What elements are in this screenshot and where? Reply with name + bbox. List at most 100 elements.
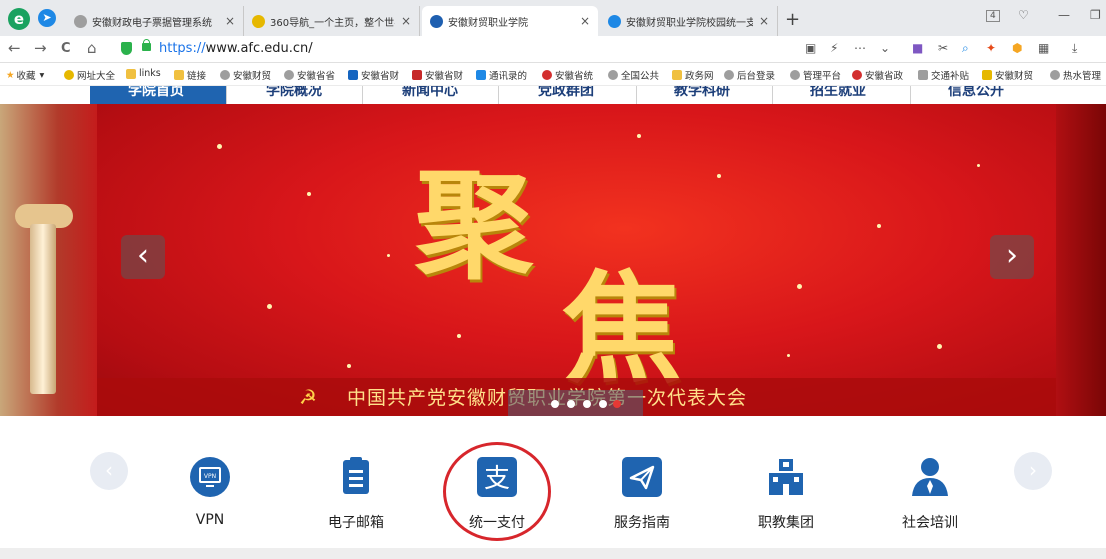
bookmark-item[interactable]: 全国公共 bbox=[608, 68, 659, 82]
close-icon[interactable]: × bbox=[759, 14, 769, 28]
divider bbox=[636, 86, 637, 104]
bookmark-label: 安徽省政 bbox=[865, 71, 904, 82]
globe-icon bbox=[790, 70, 800, 80]
bookmark-item[interactable]: 交通补贴 bbox=[918, 68, 969, 82]
shield-icon[interactable] bbox=[121, 42, 132, 55]
url-host: www.afc.edu.cn/ bbox=[205, 41, 313, 56]
site-nav-disclosure[interactable]: 信息公开 bbox=[948, 86, 1004, 100]
banner-slide[interactable]: 聚 焦 bbox=[97, 104, 1056, 416]
services-prev-button[interactable]: ‹ bbox=[90, 452, 128, 490]
download-icon[interactable]: ⤓ bbox=[1072, 41, 1077, 56]
url-field[interactable]: https://www.afc.edu.cn/ bbox=[159, 41, 313, 56]
paper-plane-icon bbox=[621, 456, 663, 498]
bookmark-item[interactable]: 安徽财贸 bbox=[982, 68, 1033, 82]
chevron-down-icon[interactable]: ⌄ bbox=[880, 41, 890, 55]
slide-dot[interactable] bbox=[551, 400, 559, 408]
service-vocational-group[interactable]: 职教集团 bbox=[726, 440, 846, 532]
globe-icon bbox=[608, 70, 618, 80]
window-count-badge[interactable]: 4 bbox=[986, 10, 1000, 22]
close-icon[interactable]: × bbox=[580, 14, 590, 28]
site-nav-party[interactable]: 党政群团 bbox=[538, 86, 594, 100]
bookmark-favorites[interactable]: ★ 收藏 ▾ bbox=[6, 68, 44, 83]
lock-icon[interactable] bbox=[142, 39, 151, 51]
globe-icon bbox=[74, 14, 87, 28]
extension-icon[interactable]: ■ bbox=[912, 41, 923, 55]
globe-icon bbox=[724, 70, 734, 80]
tab-2[interactable]: 360导航_一个主页，整个世界 × bbox=[244, 6, 420, 36]
site-nav-news[interactable]: 新闻中心 bbox=[402, 86, 458, 100]
close-icon[interactable]: × bbox=[225, 14, 235, 28]
scissors-icon[interactable]: ✂ bbox=[938, 41, 948, 55]
bookmark-item[interactable]: 安徽财贸 bbox=[220, 68, 271, 82]
tab-title: 360导航_一个主页，整个世界 bbox=[270, 17, 395, 29]
sparkle bbox=[637, 134, 641, 138]
bookmark-item[interactable]: 链接 bbox=[174, 68, 206, 82]
bookmark-item[interactable]: 政务网 bbox=[672, 68, 714, 82]
home-button[interactable]: ⌂ bbox=[87, 39, 97, 57]
site-nav-admissions[interactable]: 招生就业 bbox=[810, 86, 866, 100]
forward-button[interactable]: → bbox=[34, 39, 47, 57]
tab-title: 安徽财政电子票据管理系统 bbox=[92, 17, 212, 29]
back-button[interactable]: ← bbox=[8, 39, 21, 57]
bookmark-item[interactable]: 安徽省统 bbox=[542, 68, 593, 82]
bookmark-item[interactable]: 安徽省省 bbox=[284, 68, 335, 82]
more-icon[interactable]: ⋯ bbox=[854, 41, 866, 55]
restore-icon[interactable]: ❐ bbox=[1090, 8, 1101, 22]
bookmark-label: 链接 bbox=[187, 71, 207, 82]
bookmark-item[interactable]: links bbox=[126, 68, 161, 79]
bookmark-item[interactable]: 安徽省财 bbox=[412, 68, 463, 82]
service-email[interactable]: 电子邮箱 bbox=[296, 440, 416, 532]
search-icon[interactable]: ⌕ bbox=[962, 41, 969, 56]
weibo-icon bbox=[852, 70, 862, 80]
apps-grid-icon[interactable]: ▦ bbox=[1038, 41, 1049, 55]
prev-slide-preview bbox=[0, 104, 97, 416]
bookmark-item[interactable]: 后台登录 bbox=[724, 68, 775, 82]
bookmark-item[interactable]: 安徽省财 bbox=[348, 68, 399, 82]
compass-icon[interactable]: ➤ bbox=[38, 9, 56, 27]
site-nav: 学院首页 学院概况 新闻中心 党政群团 教学科研 招生就业 信息公开 bbox=[0, 86, 1106, 104]
next-slide-button[interactable]: › bbox=[990, 235, 1034, 279]
folder-icon bbox=[174, 70, 184, 80]
address-bar: ← → C ⌂ https://www.afc.edu.cn/ ▣ ⚡ ⋯ ⌄ … bbox=[0, 36, 1106, 63]
minimize-icon[interactable]: — bbox=[1058, 8, 1070, 22]
service-vpn[interactable]: VPN VPN bbox=[150, 440, 270, 528]
screenshot-icon[interactable]: ▣ bbox=[805, 41, 816, 55]
browser-logo-icon[interactable]: e bbox=[8, 8, 30, 30]
slide-dot-active[interactable] bbox=[613, 400, 621, 408]
service-social-training[interactable]: 社会培训 bbox=[870, 440, 990, 532]
services-next-button[interactable]: › bbox=[1014, 452, 1052, 490]
tab-title: 安徽财贸职业学院 bbox=[448, 17, 528, 29]
folder-icon bbox=[126, 68, 136, 79]
tab-4[interactable]: 安徽财贸职业学院校园统一支 × bbox=[600, 6, 778, 36]
bookmark-item[interactable]: 安徽省政 bbox=[852, 68, 903, 82]
slide-dot[interactable] bbox=[567, 400, 575, 408]
shield-ext-icon[interactable]: ⬢ bbox=[1012, 41, 1022, 55]
divider bbox=[362, 86, 363, 104]
new-tab-button[interactable]: + bbox=[785, 9, 800, 30]
divider bbox=[910, 86, 911, 104]
site-nav-teaching[interactable]: 教学科研 bbox=[674, 86, 730, 100]
prev-slide-button[interactable]: ‹ bbox=[121, 235, 165, 279]
game-icon[interactable]: ✦ bbox=[986, 41, 996, 55]
bookmark-item[interactable]: 网址大全 bbox=[64, 68, 115, 82]
banner-headline-char-1: 聚 bbox=[415, 156, 534, 295]
bookmark-item[interactable]: 热水管理 bbox=[1050, 68, 1101, 82]
star-icon: ★ bbox=[6, 69, 15, 81]
column-ornament bbox=[30, 224, 56, 394]
folder-icon bbox=[672, 70, 682, 80]
close-icon[interactable]: × bbox=[401, 14, 411, 28]
tab-1[interactable]: 安徽财政电子票据管理系统 × bbox=[66, 6, 244, 36]
slide-dot[interactable] bbox=[583, 400, 591, 408]
site-nav-about[interactable]: 学院概况 bbox=[266, 86, 322, 100]
lightning-icon[interactable]: ⚡ bbox=[830, 41, 838, 55]
service-guide[interactable]: 服务指南 bbox=[582, 440, 702, 532]
bookmark-item[interactable]: 通讯录的 bbox=[476, 68, 527, 82]
bookmark-item[interactable]: 管理平台 bbox=[790, 68, 841, 82]
bookmarks-bar: ★ 收藏 ▾ 网址大全 links 链接 安徽财贸 安徽省省 安徽省财 安徽省财 通… bbox=[0, 63, 1106, 86]
reload-button[interactable]: C bbox=[61, 41, 71, 56]
site-nav-home[interactable]: 学院首页 bbox=[128, 86, 184, 100]
tab-3-active[interactable]: 安徽财贸职业学院 × bbox=[422, 6, 598, 36]
slide-dot[interactable] bbox=[599, 400, 607, 408]
shirt-icon[interactable]: ♡ bbox=[1018, 8, 1029, 22]
vpn-icon: VPN bbox=[189, 456, 231, 498]
